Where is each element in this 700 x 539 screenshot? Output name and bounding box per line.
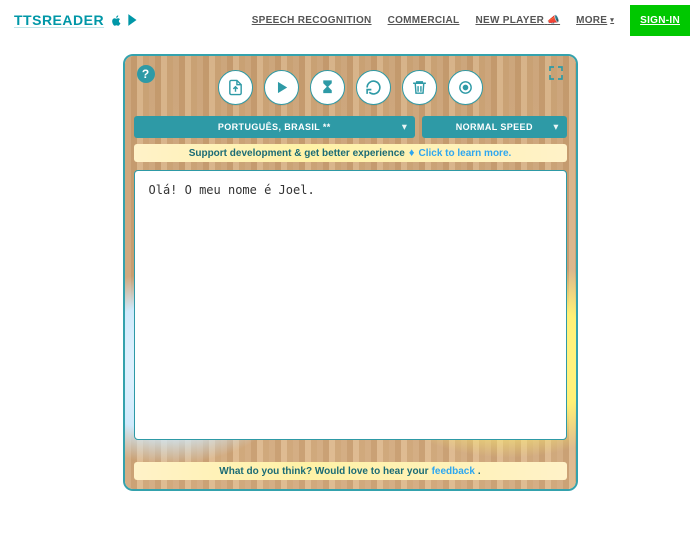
record-button[interactable] [448,70,483,105]
nav-more-label: MORE [576,15,607,26]
timer-button[interactable] [310,70,345,105]
player-card: ? [123,54,578,491]
reload-icon [365,79,382,96]
play-button[interactable] [264,70,299,105]
toolbar: ? [134,64,567,110]
header: TTSREADER SPEECH RECOGNITION COMMERCIAL … [0,0,700,40]
nav-commercial[interactable]: COMMERCIAL [388,15,460,26]
help-button[interactable]: ? [137,65,155,83]
play-icon [273,79,290,96]
logo-icons [110,13,140,27]
apple-icon[interactable] [110,14,123,27]
play-store-icon[interactable] [126,13,140,27]
nav-new-player[interactable]: NEW PLAYER 📣 [475,15,560,26]
text-input[interactable]: Olá! O meu nome é Joel. [149,183,552,427]
speed-select[interactable]: NORMAL SPEED ▾ [422,116,566,138]
file-upload-icon [227,79,244,96]
chevron-down-icon: ▾ [402,122,407,133]
feedback-link[interactable]: feedback [432,466,475,477]
toolbar-buttons [218,70,483,105]
promo-cta[interactable]: Click to learn more. [418,148,511,159]
logo-area[interactable]: TTSREADER [14,12,140,28]
speed-select-label: NORMAL SPEED [456,122,533,132]
hourglass-icon [319,79,336,96]
language-select-label: PORTUGUÊS, BRASIL ** [218,122,331,132]
selects-row: PORTUGUÊS, BRASIL ** ▾ NORMAL SPEED ▾ [134,116,567,138]
nav-more[interactable]: MORE ▾ [576,15,614,26]
feedback-bar[interactable]: What do you think? Would love to hear yo… [134,462,567,480]
trash-button[interactable] [402,70,437,105]
logo-text[interactable]: TTSREADER [14,12,104,28]
feedback-period: . [478,466,481,477]
promo-text: Support development & get better experie… [189,148,405,159]
text-area-wrap: Olá! O meu nome é Joel. [134,170,567,440]
upload-button[interactable] [218,70,253,105]
nav-speech-recognition[interactable]: SPEECH RECOGNITION [252,15,372,26]
diamond-icon: ♦ [409,147,415,159]
feedback-text: What do you think? Would love to hear yo… [219,466,428,477]
record-icon [457,79,474,96]
trash-icon [411,79,428,96]
promo-bar[interactable]: Support development & get better experie… [134,144,567,162]
chevron-down-icon: ▾ [610,16,614,24]
fullscreen-button[interactable] [547,64,565,82]
reload-button[interactable] [356,70,391,105]
fullscreen-icon [548,65,564,81]
nav-new-player-label: NEW PLAYER [475,15,544,26]
chevron-down-icon: ▾ [554,122,559,133]
megaphone-icon: 📣 [547,15,560,26]
signin-button[interactable]: SIGN-IN [630,5,690,36]
nav: SPEECH RECOGNITION COMMERCIAL NEW PLAYER… [252,5,690,36]
language-select[interactable]: PORTUGUÊS, BRASIL ** ▾ [134,116,416,138]
